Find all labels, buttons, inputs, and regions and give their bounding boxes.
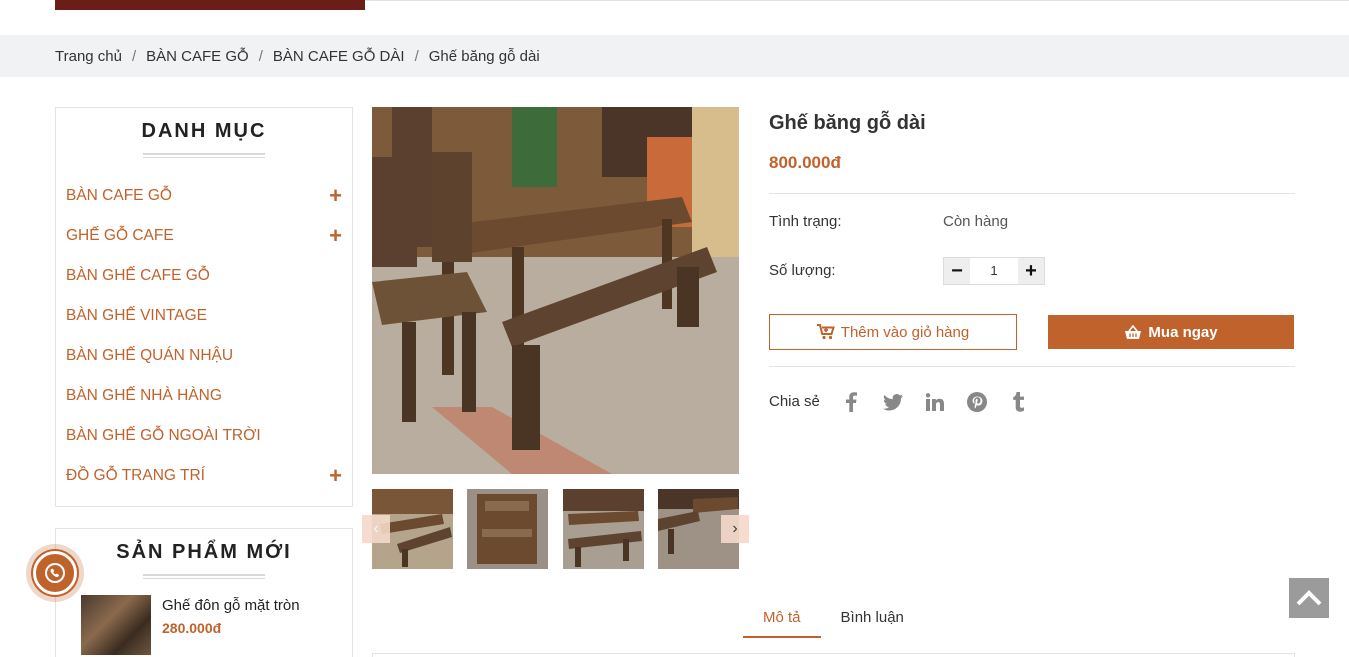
tab-comments[interactable]: Bình luận (821, 603, 924, 638)
header-divider (365, 0, 1349, 1)
quantity-increase-button[interactable]: + (1018, 258, 1044, 284)
buy-now-label[interactable]: Mua ngay (1148, 324, 1217, 341)
category-label[interactable]: GHẾ GỖ CAFE (66, 227, 174, 245)
title-divider (143, 574, 265, 579)
buy-now-button[interactable]: Mua ngay (1048, 315, 1294, 349)
chevron-left-icon: ‹ (373, 520, 379, 537)
tab-description[interactable]: Mô tả (743, 603, 821, 638)
basket-icon (1125, 324, 1142, 339)
category-label[interactable]: BÀN GHẾ GỖ NGOÀI TRỜI (66, 427, 261, 445)
plus-icon[interactable]: + (329, 185, 342, 207)
title-divider (143, 153, 265, 158)
category-list: BÀN CAFE GỖ + GHẾ GỖ CAFE + BÀN GHẾ CAFE G… (56, 176, 352, 496)
quantity-label: Số lượng: (769, 262, 836, 279)
breadcrumb-current: Ghế băng gỗ dài (428, 47, 540, 65)
product-tabs: Mô tả Bình luận (743, 603, 924, 638)
category-label[interactable]: BÀN GHẾ NHÀ HÀNG (66, 387, 222, 405)
add-to-cart-button[interactable]: Thêm vào giỏ hàng (769, 314, 1017, 350)
category-label[interactable]: BÀN GHẾ QUÁN NHẬU (66, 347, 233, 365)
product-price: 800.000đ (769, 153, 841, 172)
breadcrumb-separator: / (258, 47, 263, 65)
category-label[interactable]: BÀN GHẾ CAFE GỖ (66, 267, 210, 285)
chevron-right-icon: › (732, 520, 738, 537)
breadcrumb-home[interactable]: Trang chủ (55, 48, 122, 65)
category-item[interactable]: BÀN GHẾ GỖ NGOÀI TRỜI (56, 416, 352, 456)
add-to-cart-label[interactable]: Thêm vào giỏ hàng (841, 324, 969, 341)
chevron-up-icon (1296, 590, 1322, 606)
category-item[interactable]: GHẾ GỖ CAFE + (56, 216, 352, 256)
share-label: Chia sẻ (769, 393, 820, 410)
new-product-price: 280.000đ (162, 620, 222, 636)
breadcrumb-level1[interactable]: BÀN CAFE GỖ (146, 48, 249, 65)
category-label[interactable]: BÀN CAFE GỖ (66, 187, 172, 205)
tab-content-border (372, 653, 1295, 657)
status-value: Còn hàng (943, 213, 1009, 230)
status-label: Tình trạng: (769, 213, 842, 230)
breadcrumb-level2[interactable]: BÀN CAFE GỖ DÀI (273, 48, 405, 65)
category-label[interactable]: BÀN GHẾ VINTAGE (66, 307, 207, 325)
product-title: Ghế băng gỗ dài (769, 112, 926, 134)
plus-icon[interactable]: + (329, 225, 342, 247)
facebook-icon[interactable] (830, 388, 872, 416)
linkedin-icon[interactable] (914, 388, 956, 416)
twitter-icon[interactable] (872, 388, 914, 416)
quantity-decrease-button[interactable]: − (944, 258, 970, 284)
new-product-name[interactable]: Ghế đôn gỗ mặt tròn (162, 597, 300, 614)
category-item[interactable]: BÀN GHẾ VINTAGE (56, 296, 352, 336)
thumbnail-image[interactable] (467, 489, 548, 569)
category-item[interactable]: BÀN CAFE GỖ + (56, 176, 352, 216)
new-products-box: SẢN PHẨM MỚI Ghế đôn gỗ mặt tròn 280.000… (55, 528, 353, 657)
share-icons (830, 388, 1040, 416)
plus-icon[interactable]: + (329, 465, 342, 487)
thumbnail-strip (372, 489, 739, 569)
header-logo-bar (55, 0, 365, 10)
breadcrumb: Trang chủ / BÀN CAFE GỖ / BÀN CAFE GỖ DÀ… (0, 35, 1349, 77)
thumbnail-prev-button[interactable]: ‹ (362, 515, 390, 543)
phone-icon-circle (33, 551, 77, 595)
thumbnail-image[interactable] (563, 489, 644, 569)
quantity-input[interactable]: 1 (970, 258, 1018, 284)
pinterest-icon[interactable] (956, 388, 998, 416)
back-to-top-button[interactable] (1289, 578, 1329, 618)
divider (769, 366, 1295, 367)
call-button[interactable] (26, 544, 84, 602)
divider (769, 193, 1295, 194)
category-sidebar: DANH MỤC BÀN CAFE GỖ + GHẾ GỖ CAFE + BÀN G… (55, 107, 353, 507)
category-item[interactable]: BÀN GHẾ QUÁN NHẬU (56, 336, 352, 376)
new-product-item[interactable]: Ghế đôn gỗ mặt tròn 280.000đ (56, 595, 352, 655)
tumblr-icon[interactable] (998, 388, 1040, 416)
category-item[interactable]: BÀN GHẾ CAFE GỖ (56, 256, 352, 296)
breadcrumb-separator: / (414, 47, 419, 65)
category-item[interactable]: ĐỒ GỖ TRANG TRÍ + (56, 456, 352, 496)
category-title: DANH MỤC (141, 120, 267, 142)
product-main-image[interactable] (372, 107, 739, 474)
category-item[interactable]: BÀN GHẾ NHÀ HÀNG (56, 376, 352, 416)
phone-icon (45, 563, 65, 583)
quantity-stepper: − 1 + (943, 257, 1045, 285)
thumbnail-next-button[interactable]: › (721, 515, 749, 543)
category-label[interactable]: ĐỒ GỖ TRANG TRÍ (66, 467, 205, 485)
breadcrumb-separator: / (131, 47, 137, 65)
new-products-title: SẢN PHẨM MỚI (116, 541, 292, 563)
cart-icon (816, 324, 835, 340)
new-product-thumbnail[interactable] (81, 595, 151, 655)
